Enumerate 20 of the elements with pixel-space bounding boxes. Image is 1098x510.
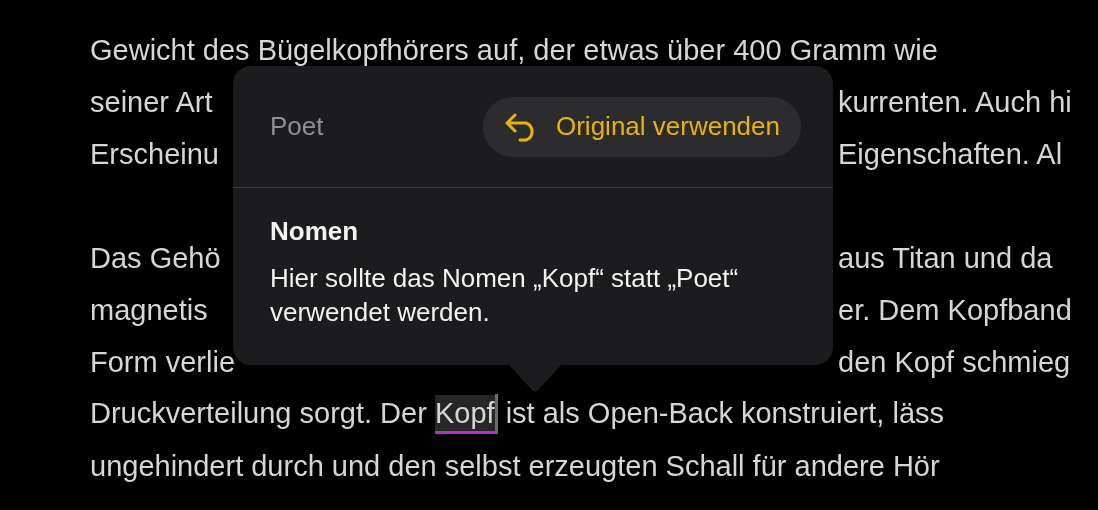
body-text: kurrenten. Auch hi	[838, 87, 1072, 117]
body-text: er. Dem Kopfband	[838, 295, 1072, 325]
use-original-button[interactable]: Original verwenden	[483, 96, 801, 157]
suggestion-heading: Nomen	[270, 215, 360, 247]
body-text: Form verlie	[90, 347, 235, 377]
suggestion-message: Hier sollte das Nomen „Kopf“ statt „Poet“ verwendet werden.	[270, 262, 740, 329]
body-text: Das Gehö	[90, 243, 221, 273]
body-text: ist als Open-Back konstruiert, läss	[504, 396, 945, 432]
body-text: Druckverteilung sorgt. Der	[90, 396, 428, 432]
body-text: Eigenschaften. Al	[838, 139, 1063, 169]
body-text: Erscheinu	[90, 139, 219, 169]
body-text: seiner Art	[90, 87, 213, 117]
body-text: den Kopf schmieg	[838, 347, 1071, 377]
suggestion-label: Poet	[270, 110, 324, 143]
flagged-word[interactable]: Kopf	[434, 394, 495, 434]
body-text: aus Titan und da	[838, 243, 1053, 273]
body-text: ungehindert durch und den selbst erzeugten Schall für andere Hör	[90, 451, 940, 481]
body-text: Gewicht des Bügelkopfhörers auf, der etwas über 400 Gramm wie	[90, 35, 938, 65]
text-cursor	[494, 394, 498, 434]
body-text: magnetis	[90, 295, 208, 325]
